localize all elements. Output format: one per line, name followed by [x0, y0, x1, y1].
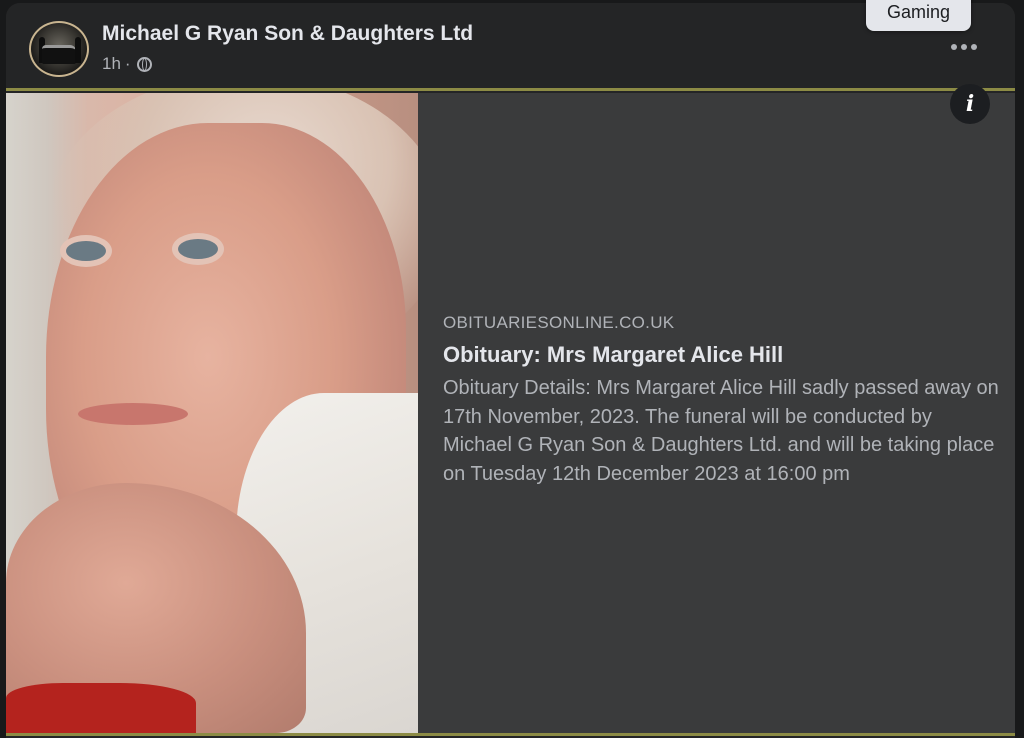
preview-description: Obituary Details: Mrs Margaret Alice Hil… [443, 377, 999, 485]
preview-top-rule [6, 88, 1015, 91]
preview-bottom-rule [6, 733, 1015, 736]
photo-lips [78, 403, 188, 425]
page-name-link[interactable]: Michael G Ryan Son & Daughters Ltd [102, 22, 473, 46]
photo-eye-right [178, 239, 218, 259]
preview-title[interactable]: Obituary: Mrs Margaret Alice Hill [443, 342, 1003, 368]
photo-red-sleeve [6, 683, 196, 733]
link-preview[interactable]: OBITUARIESONLINE.CO.UK Obituary: Mrs Mar… [6, 93, 1015, 733]
page-avatar[interactable] [29, 21, 89, 77]
preview-text: OBITUARIESONLINE.CO.UK Obituary: Mrs Mar… [443, 313, 1003, 488]
preview-domain: OBITUARIESONLINE.CO.UK [443, 313, 675, 332]
photo-eye-left [66, 241, 106, 261]
globe-icon [136, 56, 152, 72]
avatar-hearse [42, 45, 76, 64]
info-icon[interactable]: i [950, 84, 990, 124]
post-meta: 1h · [102, 54, 152, 74]
post-time[interactable]: 1h [102, 54, 121, 74]
post-header: Michael G Ryan Son & Daughters Ltd 1h · [6, 3, 1015, 91]
avatar-figure-right [75, 37, 81, 63]
preview-photo[interactable] [6, 93, 418, 733]
gaming-tooltip: Gaming [866, 0, 971, 31]
meta-separator: · [124, 54, 131, 73]
more-horizontal-icon[interactable] [946, 37, 982, 57]
